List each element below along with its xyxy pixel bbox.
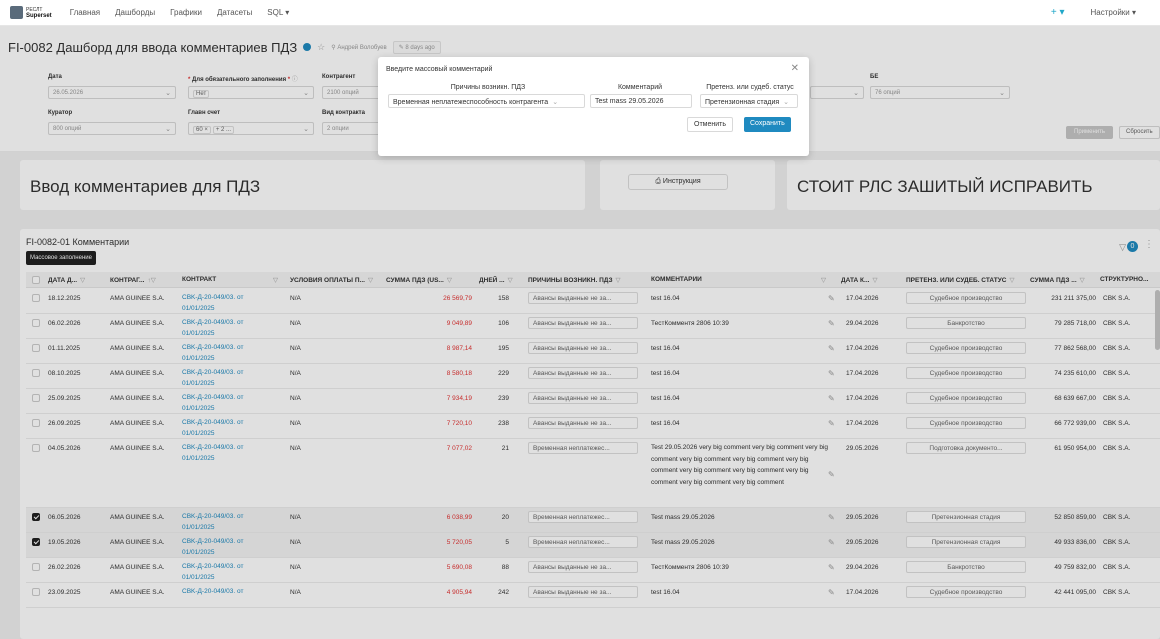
- reason-value: Временная неплатежеспособность контраген…: [393, 99, 549, 106]
- modal-title: Введите массовый комментарий: [386, 66, 493, 73]
- add-new-button[interactable]: + ▾: [1051, 7, 1065, 18]
- company-logo-icon: [10, 6, 23, 19]
- mass-comment-modal: Введите массовый комментарий ✕ Причины в…: [378, 57, 809, 156]
- comment-value: Test mass 29.05.2026: [595, 98, 664, 105]
- top-navigation: РЕСЛТ Superset Главная Дашборды Графики …: [0, 0, 1160, 26]
- chevron-down-icon: ⌄: [552, 99, 559, 106]
- main-menu: Главная Дашборды Графики Датасеты SQL ▾: [70, 8, 290, 17]
- status-select[interactable]: Претензионная стадия ⌄: [700, 94, 798, 108]
- status-label: Претенз. или судеб. статус: [706, 84, 794, 91]
- menu-item-home[interactable]: Главная: [70, 8, 100, 17]
- menu-item-datasets[interactable]: Датасеты: [217, 8, 252, 17]
- menu-item-dashboards[interactable]: Дашборды: [115, 8, 155, 17]
- save-button[interactable]: Сохранить: [744, 117, 791, 132]
- comment-input[interactable]: Test mass 29.05.2026: [590, 94, 692, 108]
- cancel-button[interactable]: Отменить: [687, 117, 733, 132]
- menu-item-charts[interactable]: Графики: [170, 8, 202, 17]
- settings-menu[interactable]: Настройки ▾: [1091, 8, 1136, 17]
- logo-bottom-text: Superset: [26, 12, 52, 19]
- reason-select[interactable]: Временная неплатежеспособность контраген…: [388, 94, 585, 108]
- menu-item-sql[interactable]: SQL ▾: [267, 8, 289, 17]
- chevron-down-icon: ⌄: [783, 99, 790, 106]
- superset-logo[interactable]: РЕСЛТ Superset: [10, 6, 52, 19]
- close-icon[interactable]: ✕: [791, 63, 799, 74]
- status-value: Претензионная стадия: [705, 99, 780, 106]
- comment-label: Комментарий: [617, 84, 663, 91]
- reason-label: Причины возникн. ПДЗ: [450, 84, 526, 91]
